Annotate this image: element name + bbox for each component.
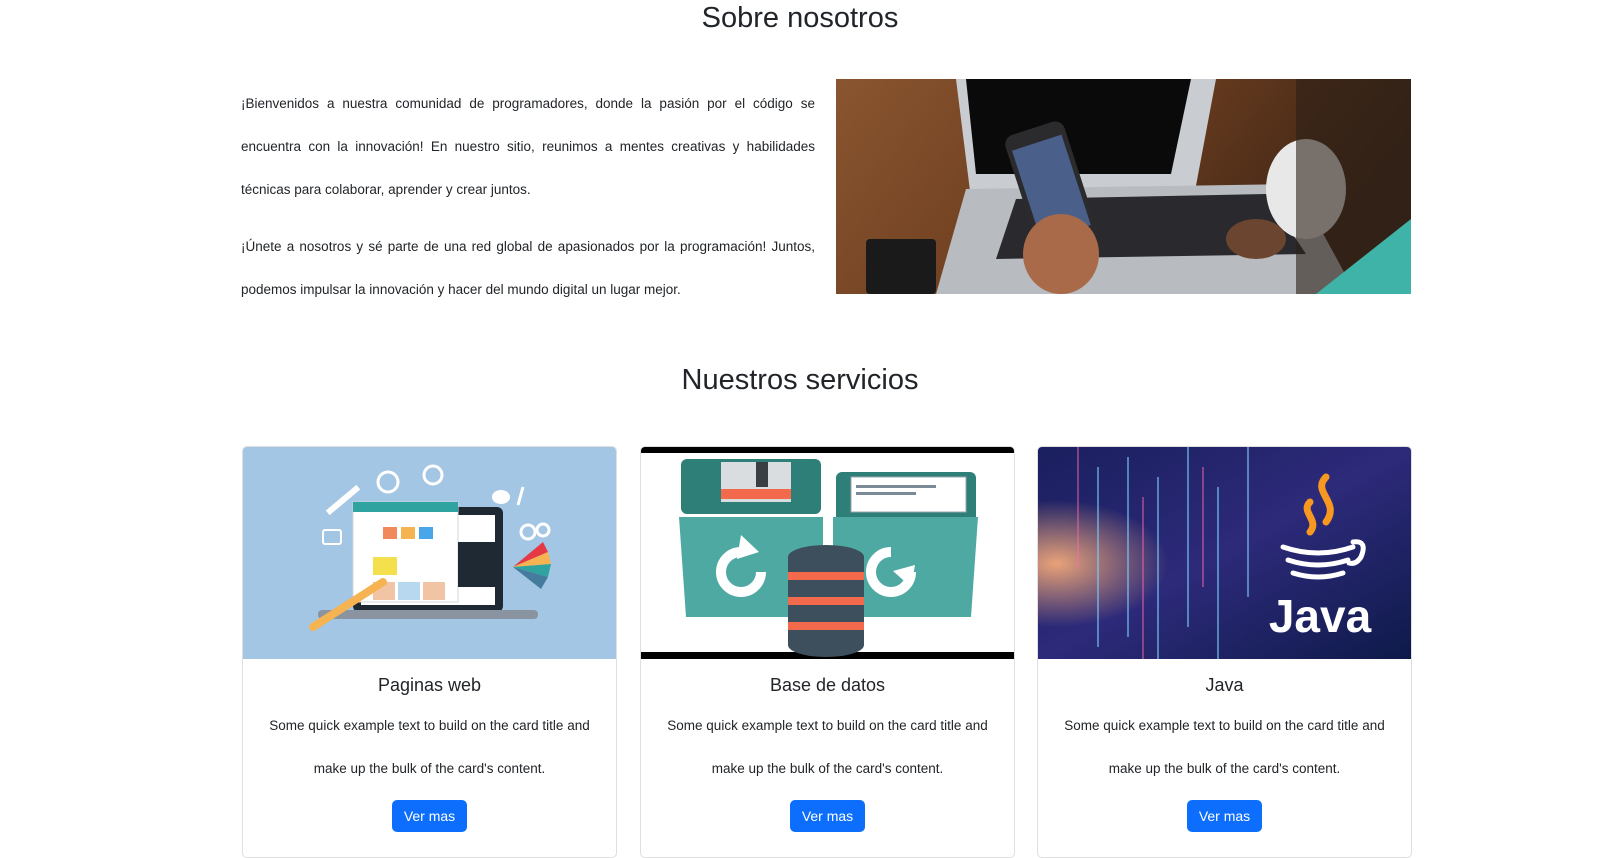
about-paragraph: ¡Únete a nosotros y sé parte de una red … (241, 239, 815, 297)
card-title: Base de datos (769, 675, 886, 695)
database-backup-illustration (641, 447, 1014, 659)
card-text: Some quick example text to build on the … (269, 718, 590, 776)
about-title: Sobre nosotros (701, 2, 899, 34)
service-card-web: Paginas web Some quick example text to b… (242, 446, 617, 858)
about-paragraph: ¡Bienvenidos a nuestra comunidad de prog… (241, 96, 815, 197)
ver-mas-button[interactable]: Ver mas (789, 800, 866, 832)
service-card-java: Java Java Some quick example text to bui… (1037, 446, 1412, 858)
card-text: Some quick example text to build on the … (667, 718, 988, 776)
ver-mas-button[interactable]: Ver mas (391, 800, 468, 832)
web-design-illustration (243, 447, 616, 659)
about-text: ¡Bienvenidos a nuestra comunidad de prog… (241, 82, 815, 325)
java-logo-illustration: Java (1038, 447, 1411, 659)
about-photo-laptop-phone (836, 79, 1411, 294)
card-text: Some quick example text to build on the … (1064, 718, 1385, 776)
ver-mas-button[interactable]: Ver mas (1186, 800, 1263, 832)
services-title: Nuestros servicios (681, 364, 919, 396)
service-card-database: Base de datos Some quick example text to… (640, 446, 1015, 858)
card-title: Paginas web (377, 675, 482, 695)
java-logo-text: Java (1269, 590, 1372, 642)
card-title: Java (1205, 675, 1244, 695)
